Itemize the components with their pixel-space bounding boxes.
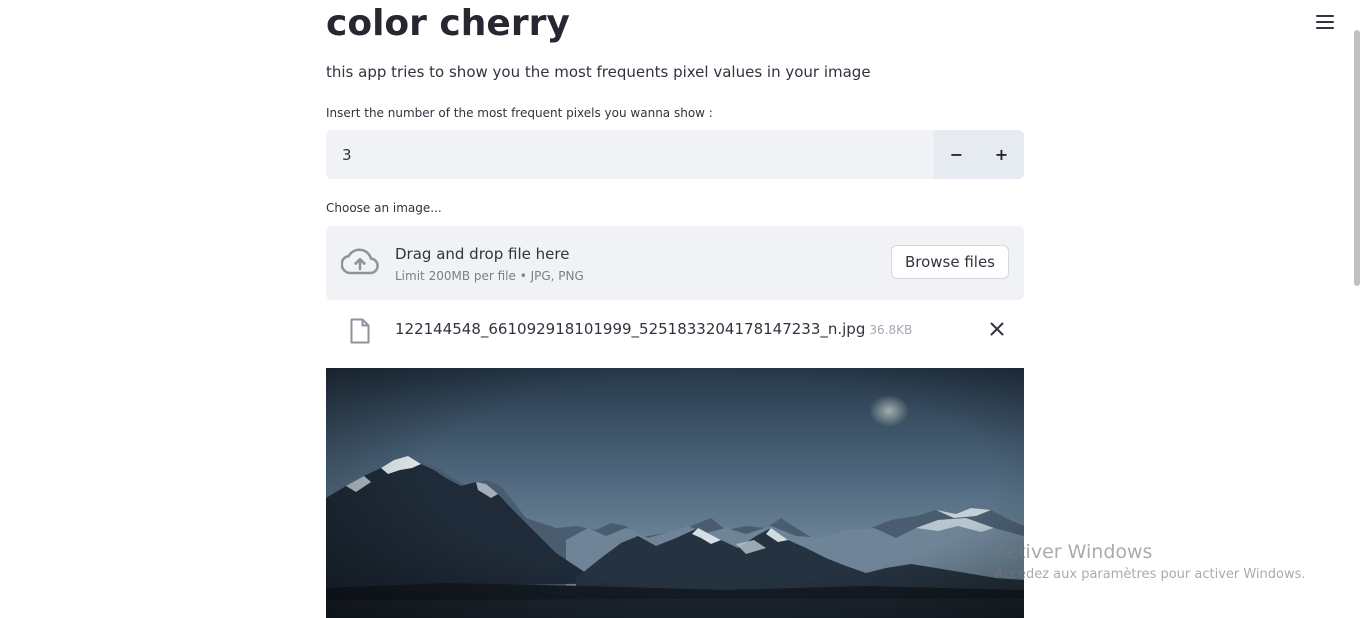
windows-activation-title: Activer Windows	[995, 541, 1153, 563]
uploaded-file-name: 122144548_661092918101999_52518332041781…	[395, 320, 866, 338]
close-icon[interactable]	[988, 320, 1006, 338]
scrollbar-thumb[interactable]	[1354, 30, 1360, 286]
number-input: − +	[326, 130, 1024, 179]
file-dropzone[interactable]: Drag and drop file here Limit 200MB per …	[326, 226, 1024, 300]
decrement-button[interactable]: −	[934, 130, 979, 179]
windows-activation-subtitle: Accédez aux paramètres pour activer Wind…	[995, 567, 1306, 582]
uploaded-image	[326, 368, 1024, 618]
cloud-upload-icon	[341, 248, 379, 275]
browse-files-button[interactable]: Browse files	[890, 245, 1009, 279]
uploaded-file-row: 122144548_661092918101999_52518332041781…	[326, 310, 1024, 348]
dropzone-instruction: Drag and drop file here	[395, 245, 570, 263]
uploaded-file-info: 122144548_661092918101999_52518332041781…	[395, 319, 912, 340]
uploader-label: Choose an image...	[326, 201, 442, 215]
number-input-field[interactable]	[326, 130, 934, 179]
hamburger-menu-icon[interactable]	[1316, 14, 1334, 30]
uploaded-file-size: 36.8KB	[869, 323, 913, 337]
stepper-buttons: − +	[934, 130, 1024, 179]
mountain-image	[326, 368, 1024, 618]
increment-button[interactable]: +	[979, 130, 1024, 179]
page-description: this app tries to show you the most freq…	[326, 63, 871, 81]
number-input-label: Insert the number of the most frequent p…	[326, 106, 713, 120]
file-icon	[350, 318, 370, 344]
dropzone-limit: Limit 200MB per file • JPG, PNG	[395, 269, 584, 283]
page-title: color cherry	[326, 3, 570, 44]
